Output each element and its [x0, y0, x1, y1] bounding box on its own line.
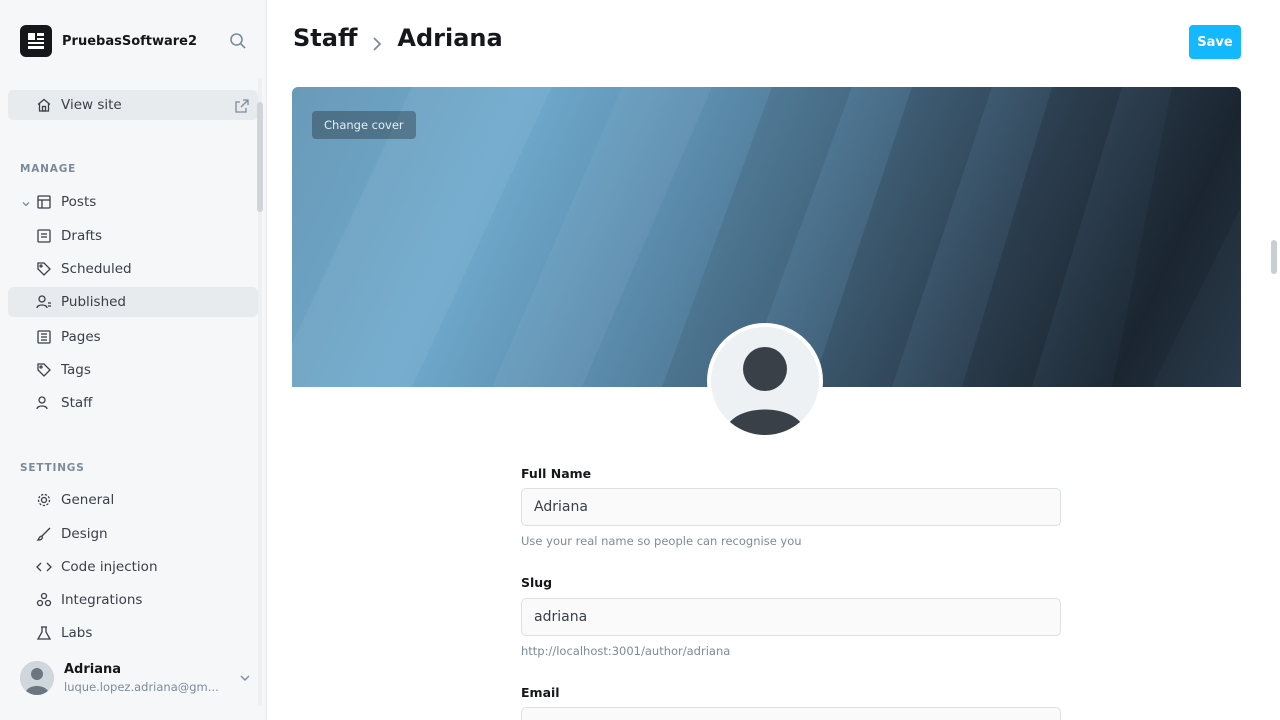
sidebar-scrollbar[interactable]	[255, 72, 265, 720]
slug-input[interactable]	[521, 598, 1061, 636]
external-link-icon	[234, 98, 250, 114]
drafts-icon	[35, 227, 53, 245]
sidebar-item-design[interactable]: Design	[8, 519, 258, 549]
sidebar-item-label: Code injection	[61, 559, 158, 575]
full-name-label: Full Name	[521, 466, 592, 481]
breadcrumb-staff-link[interactable]: Staff	[293, 24, 357, 52]
sidebar-item-label: Integrations	[61, 592, 143, 608]
staff-icon	[35, 293, 53, 311]
email-input[interactable]	[521, 707, 1061, 720]
sidebar-item-label: Posts	[61, 194, 97, 210]
slug-label: Slug	[521, 575, 553, 590]
brand[interactable]: PruebasSoftware2	[20, 24, 197, 58]
full-name-help: Use your real name so people can recogni…	[521, 534, 802, 548]
profile-avatar[interactable]	[707, 323, 823, 439]
user-name: Adriana	[64, 662, 122, 677]
slug-url-help: http://localhost:3001/author/adriana	[521, 644, 731, 658]
settings-section-title: SETTINGS	[20, 462, 85, 474]
home-icon	[35, 96, 53, 114]
site-title: PruebasSoftware2	[62, 33, 198, 49]
change-cover-button[interactable]: Change cover	[312, 111, 416, 139]
user-email: luque.lopez.adriana@gm...	[64, 680, 219, 694]
chevron-right-icon	[369, 30, 385, 51]
sidebar-item-label: Pages	[61, 329, 101, 345]
pages-icon	[35, 328, 53, 346]
sidebar-item-staff[interactable]: Staff	[8, 388, 258, 418]
sidebar-item-code-injection[interactable]: Code injection	[8, 552, 258, 582]
posts-icon	[35, 193, 53, 211]
site-logo-icon	[20, 25, 52, 57]
sidebar-item-integrations[interactable]: Integrations	[8, 585, 258, 615]
sidebar-item-label: Drafts	[61, 228, 103, 244]
staff-icon	[35, 394, 53, 412]
sidebar: PruebasSoftware2 View site MANAGE Posts …	[0, 0, 267, 720]
tag-icon	[35, 361, 53, 379]
manage-section-title: MANAGE	[20, 163, 77, 175]
page-title: Adriana	[397, 24, 503, 52]
email-label: Email	[521, 685, 560, 700]
sidebar-item-label: View site	[61, 97, 122, 113]
sidebar-item-posts[interactable]: Posts	[8, 187, 258, 217]
code-icon	[35, 558, 53, 576]
sidebar-item-label: General	[61, 492, 115, 508]
flask-icon	[35, 624, 53, 642]
chevron-down-icon	[238, 670, 252, 684]
sidebar-item-drafts[interactable]: Drafts	[8, 221, 258, 251]
sidebar-item-scheduled[interactable]: Scheduled	[8, 254, 258, 284]
sidebar-item-published[interactable]: Published	[8, 287, 258, 317]
sidebar-item-label: Design	[61, 526, 108, 542]
sidebar-item-pages[interactable]: Pages	[8, 322, 258, 352]
main-scrollbar[interactable]	[1268, 0, 1280, 720]
gear-icon	[35, 491, 53, 509]
breadcrumb: Staff Adriana	[293, 24, 503, 52]
integrations-icon	[35, 591, 53, 609]
sidebar-item-view-site[interactable]: View site	[8, 90, 258, 120]
sidebar-item-labs[interactable]: Labs	[8, 618, 258, 648]
search-icon[interactable]	[228, 31, 248, 51]
sidebar-item-label: Staff	[61, 395, 93, 411]
sidebar-item-label: Published	[61, 294, 126, 310]
scrollbar-thumb[interactable]	[257, 102, 263, 212]
brush-icon	[35, 525, 53, 543]
tag-icon	[35, 260, 53, 278]
sidebar-item-label: Scheduled	[61, 261, 132, 277]
user-menu[interactable]: Adriana luque.lopez.adriana@gm...	[20, 652, 260, 704]
main-content: Staff Adriana Save Change cover Full Nam…	[268, 0, 1280, 720]
save-button[interactable]: Save	[1189, 25, 1241, 59]
sidebar-item-label: Labs	[61, 625, 93, 641]
sidebar-item-general[interactable]: General	[8, 485, 258, 515]
scrollbar-thumb[interactable]	[1271, 240, 1277, 274]
sidebar-item-tags[interactable]: Tags	[8, 355, 258, 385]
full-name-input[interactable]	[521, 488, 1061, 526]
sidebar-item-label: Tags	[61, 362, 91, 378]
avatar	[20, 661, 54, 695]
chevron-down-icon[interactable]	[20, 195, 32, 207]
